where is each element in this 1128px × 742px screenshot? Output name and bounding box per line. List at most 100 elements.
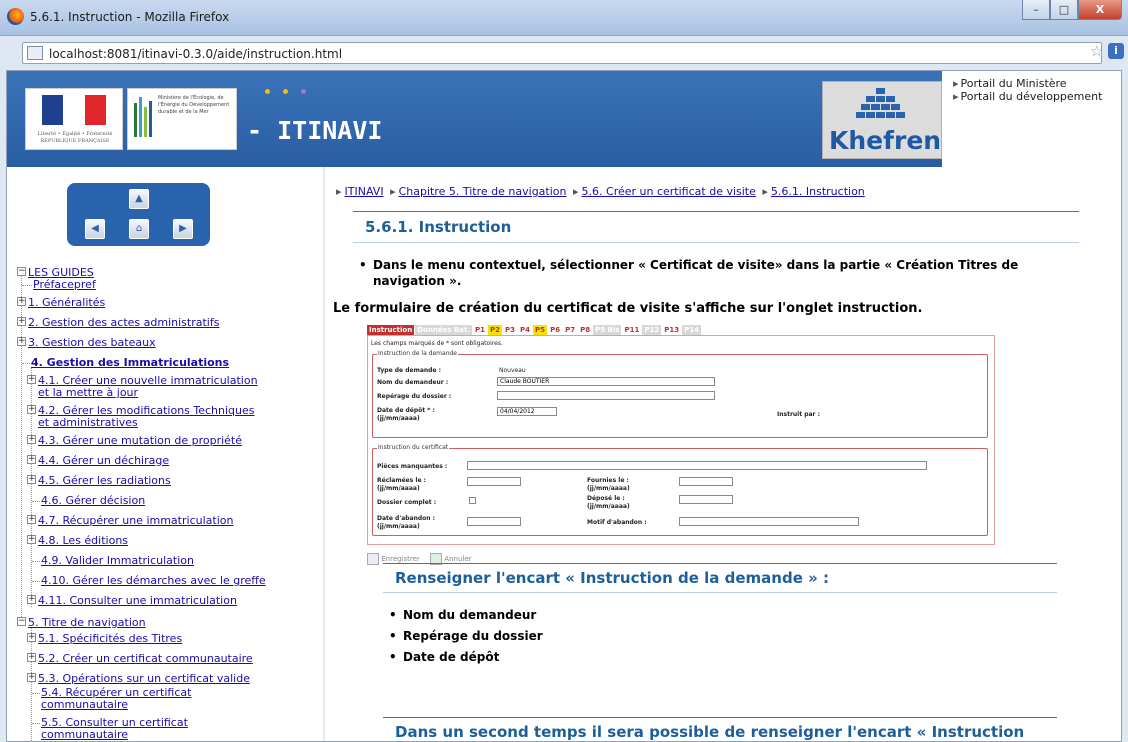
depose-input <box>679 495 733 504</box>
previous-arrow-icon[interactable]: ◀ <box>85 219 105 239</box>
tree-item-5-4-line2[interactable]: communautaire <box>41 699 128 711</box>
ministere-caption: Ministère de l'Écologie, de l'Énergie du… <box>158 95 230 115</box>
url-text[interactable]: localhost:8081/itinavi-0.3.0/aide/instru… <box>49 47 342 61</box>
list-item: Date de dépôt <box>389 647 543 668</box>
tree-item-5-5-line2[interactable]: communautaire <box>41 729 128 741</box>
tree-item-4-6[interactable]: 4.6. Gérer décision <box>41 495 145 507</box>
french-flag-icon <box>42 95 106 125</box>
window-titlebar: 5.6.1. Instruction - Mozilla Firefox – □… <box>0 0 1128 36</box>
fournies-format: (jj/mm/aaaa) <box>587 485 630 492</box>
required-note: Les champs marqués de * sont obligatoire… <box>371 340 503 347</box>
type-label: Type de demande : <box>377 367 441 374</box>
expand-toggle-icon[interactable]: + <box>17 297 26 306</box>
portal-ministere-link[interactable]: Portail du Ministère <box>953 77 1102 90</box>
expand-toggle-icon[interactable]: + <box>27 673 36 682</box>
instruction-bullet: Dans le menu contextuel, sélectionner « … <box>359 257 1073 289</box>
main-content: ▸ ITINAVI ▸ Chapitre 5. Titre de navigatio… <box>327 167 1121 741</box>
breadcrumb-itinavi[interactable]: ITINAVI <box>345 185 384 198</box>
collapse-toggle-icon[interactable]: − <box>17 267 26 276</box>
expand-toggle-icon[interactable]: + <box>27 375 36 384</box>
expand-toggle-icon[interactable]: + <box>27 475 36 484</box>
reclamees-input <box>467 477 521 486</box>
expand-toggle-icon[interactable]: + <box>27 653 36 662</box>
tree-item-5-1[interactable]: 5.1. Spécificités des Titres <box>38 633 182 645</box>
breadcrumb-5-6-1[interactable]: 5.6.1. Instruction <box>771 185 865 198</box>
minimize-button[interactable]: – <box>1022 0 1050 20</box>
breadcrumb-arrow-icon: ▸ <box>336 185 342 198</box>
tree-item-gestion-bateaux[interactable]: 3. Gestion des bateaux <box>28 337 156 349</box>
tree-item-4-7[interactable]: 4.7. Récupérer une immatriculation <box>38 515 233 527</box>
save-label: Enregistrer <box>381 555 420 563</box>
tree-item-4-3[interactable]: 4.3. Gérer une mutation de propriété <box>38 435 242 447</box>
depose-format: (jj/mm/aaaa) <box>587 503 630 510</box>
tree-item-5-3[interactable]: 5.3. Opérations sur un certificat valide <box>38 673 250 685</box>
save-icon <box>367 553 379 565</box>
portal-developpement-link[interactable]: Portail du développement <box>953 90 1103 103</box>
breadcrumb-arrow-icon: ▸ <box>762 185 768 198</box>
expand-toggle-icon[interactable]: + <box>17 337 26 346</box>
address-bar[interactable]: localhost:8081/itinavi-0.3.0/aide/instru… <box>22 42 1102 64</box>
tree-item-4-11[interactable]: 4.11. Consulter une immatriculation <box>38 595 237 607</box>
expand-toggle-icon[interactable]: + <box>27 595 36 604</box>
banner-dots <box>265 89 306 94</box>
instruit-label: Instruit par : <box>777 411 820 418</box>
tab-p5: P5 <box>533 325 548 335</box>
expand-toggle-icon[interactable]: + <box>27 633 36 642</box>
form-screenshot: Instruction Données Bat. P1 P2 P3 P4 P5 … <box>367 325 995 565</box>
up-arrow-icon[interactable]: ▲ <box>129 189 149 209</box>
fieldset-legend: Instruction du certificat <box>377 444 450 451</box>
fieldset-instruction-demande: Instruction de la demande Type de demand… <box>372 350 988 438</box>
expand-toggle-icon[interactable]: + <box>27 435 36 444</box>
tree-connector <box>32 693 40 694</box>
date-input: 04/04/2012 <box>497 407 557 416</box>
expand-toggle-icon[interactable]: + <box>17 317 26 326</box>
fournies-input <box>679 477 733 486</box>
tree-item-4-2-line2[interactable]: et administratives <box>38 417 138 429</box>
tab-instruction: Instruction <box>367 325 415 335</box>
tree-item-4-9[interactable]: 4.9. Valider Immatriculation <box>41 555 194 567</box>
tree-item-4-10[interactable]: 4.10. Gérer les démarches avec le greffe <box>41 575 266 587</box>
tab-p11: P11 <box>622 325 642 335</box>
tree-item-4-4[interactable]: 4.4. Gérer un déchirage <box>38 455 169 467</box>
tab-p1: P1 <box>472 325 487 335</box>
bookmark-star-icon[interactable]: ☆ <box>1090 42 1106 60</box>
tab-p9: P9 Bis <box>593 325 622 335</box>
home-icon[interactable]: ⌂ <box>129 219 149 239</box>
portal-links: Portail du Ministère Portail du développ… <box>953 77 1103 103</box>
tree-item-titre-navigation[interactable]: 5. Titre de navigation <box>28 617 146 629</box>
expand-toggle-icon[interactable]: + <box>27 515 36 524</box>
fournies-label: Fournies le : <box>587 477 629 484</box>
form-frame: Les champs marqués de * sont obligatoire… <box>367 335 995 545</box>
tree-item-actes-administratifs[interactable]: 2. Gestion des actes administratifs <box>28 317 219 329</box>
intro-paragraph: Le formulaire de création du certificat … <box>333 301 923 316</box>
cancel-label: Annuler <box>444 555 472 563</box>
depose-label: Déposé le : <box>587 495 625 502</box>
motif-label: Motif d'abandon : <box>587 519 647 526</box>
breadcrumb-5-6[interactable]: 5.6. Créer un certificat de visite <box>582 185 756 198</box>
expand-toggle-icon[interactable]: + <box>27 535 36 544</box>
khefren-pyramid-icon <box>856 88 905 118</box>
expand-toggle-icon[interactable]: + <box>27 455 36 464</box>
tree-item-immatriculations[interactable]: 4. Gestion des Immatriculations <box>31 357 229 369</box>
reperage-input <box>497 391 715 400</box>
tree-item-5-2[interactable]: 5.2. Créer un certificat communautaire <box>38 653 253 665</box>
tab-p13: P13 <box>662 325 682 335</box>
tree-item-4-5[interactable]: 4.5. Gérer les radiations <box>38 475 171 487</box>
tree-item-4-8[interactable]: 4.8. Les éditions <box>38 535 128 547</box>
tab-p6: P6 <box>548 325 563 335</box>
breadcrumb-arrow-icon: ▸ <box>390 185 396 198</box>
tree-item-4-1-line2[interactable]: et la mettre à jour <box>38 387 138 399</box>
tree-item-prefacepref[interactable]: Préfacepref <box>33 279 96 291</box>
collapse-toggle-icon[interactable]: − <box>17 617 26 626</box>
nom-input: Claude BOUTIER <box>497 377 715 386</box>
pieces-input <box>467 461 927 470</box>
info-icon[interactable]: i <box>1108 43 1124 59</box>
next-arrow-icon[interactable]: ▶ <box>173 219 193 239</box>
ministere-logo: Ministère de l'Écologie, de l'Énergie du… <box>127 88 237 150</box>
close-button[interactable]: X <box>1078 0 1122 20</box>
maximize-button[interactable]: □ <box>1050 0 1078 20</box>
breadcrumb-chapitre-5[interactable]: Chapitre 5. Titre de navigation <box>399 185 567 198</box>
tree-item-generalites[interactable]: 1. Généralités <box>28 297 105 309</box>
expand-toggle-icon[interactable]: + <box>27 405 36 414</box>
tree-connector <box>32 581 40 582</box>
